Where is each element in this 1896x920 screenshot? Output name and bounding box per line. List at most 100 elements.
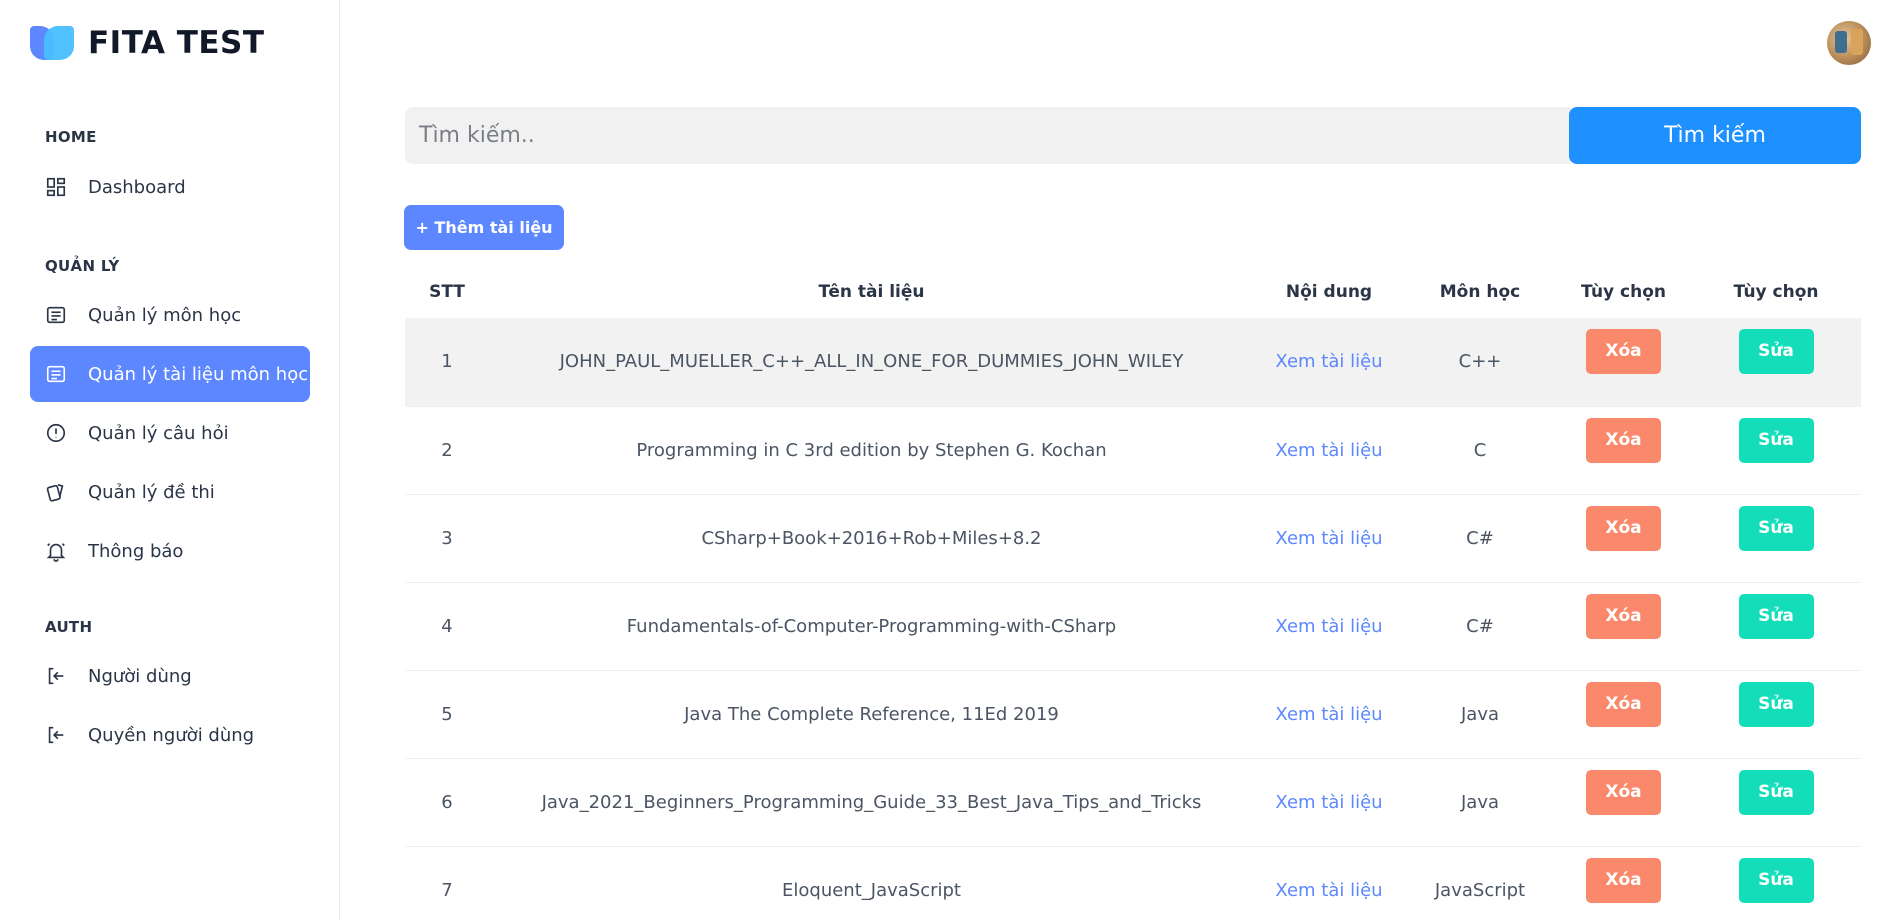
cell-content: Xem tài liệu <box>1254 846 1404 920</box>
view-document-link[interactable]: Xem tài liệu <box>1275 351 1382 372</box>
cell-subject: C++ <box>1404 318 1556 407</box>
edit-button[interactable]: Sửa <box>1738 593 1814 639</box>
list-icon <box>44 362 68 386</box>
cell-content: Xem tài liệu <box>1254 758 1404 847</box>
sidebar-item-label: Dashboard <box>88 176 186 198</box>
documents-table: STT Tên tài liệu Nội dung Môn học Tùy ch… <box>405 265 1861 920</box>
cell-subject: C <box>1404 406 1556 495</box>
cell-delete: Xóa <box>1556 846 1691 920</box>
cell-content: Xem tài liệu <box>1254 406 1404 495</box>
cell-edit: Sửa <box>1691 846 1861 920</box>
cell-delete: Xóa <box>1556 582 1691 671</box>
edit-button[interactable]: Sửa <box>1738 329 1814 375</box>
cell-subject: Java <box>1404 670 1556 759</box>
table-row: 1 JOHN_PAUL_MUELLER_C++_ALL_IN_ONE_FOR_D… <box>405 318 1861 407</box>
cell-document-name: CSharp+Book+2016+Rob+Miles+8.2 <box>489 494 1254 583</box>
sidebar-item-user-permissions[interactable]: Quyền người dùng <box>30 707 310 763</box>
header-options-delete: Tùy chọn <box>1580 281 1667 302</box>
cell-content: Xem tài liệu <box>1254 582 1404 671</box>
sidebar-item-label: Thông báo <box>88 540 184 562</box>
delete-button[interactable]: Xóa <box>1586 505 1661 551</box>
sidebar-item-label: Quản lý câu hỏi <box>88 422 229 444</box>
cell-delete: Xóa <box>1556 494 1691 583</box>
add-document-button[interactable]: + Thêm tài liệu <box>404 205 564 250</box>
cell-document-name: Fundamentals-of-Computer-Programming-wit… <box>489 582 1254 671</box>
sidebar-item-subject-documents[interactable]: Quản lý tài liệu môn học <box>30 346 310 402</box>
cell-delete: Xóa <box>1556 670 1691 759</box>
edit-button[interactable]: Sửa <box>1738 857 1814 903</box>
view-document-link[interactable]: Xem tài liệu <box>1275 704 1382 725</box>
table-row: 5 Java The Complete Reference, 11Ed 2019… <box>405 670 1861 759</box>
table-row: 7 Eloquent_JavaScript Xem tài liệu JavaS… <box>405 846 1861 920</box>
section-title-auth: AUTH <box>45 618 93 636</box>
sidebar-item-label: Quản lý đề thi <box>88 481 215 503</box>
sidebar-item-questions[interactable]: Quản lý câu hỏi <box>30 405 310 461</box>
delete-button[interactable]: Xóa <box>1586 417 1661 463</box>
sidebar-item-notifications[interactable]: Thông báo <box>30 523 310 579</box>
table-row: 4 Fundamentals-of-Computer-Programming-w… <box>405 582 1861 671</box>
brand-name: FITA TEST <box>88 25 265 61</box>
sidebar-item-label: Người dùng <box>88 665 192 687</box>
cell-stt: 2 <box>405 406 489 495</box>
edit-button[interactable]: Sửa <box>1738 769 1814 815</box>
edit-button[interactable]: Sửa <box>1738 417 1814 463</box>
cell-document-name: Eloquent_JavaScript <box>489 846 1254 920</box>
cell-edit: Sửa <box>1691 670 1861 759</box>
section-title-quan-ly: QUẢN LÝ <box>45 257 120 275</box>
cell-delete: Xóa <box>1556 758 1691 847</box>
cell-content: Xem tài liệu <box>1254 318 1404 407</box>
cell-subject: JavaScript <box>1404 846 1556 920</box>
header-stt: STT <box>429 281 465 302</box>
view-document-link[interactable]: Xem tài liệu <box>1275 528 1382 549</box>
list-icon <box>44 303 68 327</box>
delete-button[interactable]: Xóa <box>1586 329 1661 375</box>
brand[interactable]: FITA TEST <box>30 24 265 62</box>
cell-content: Xem tài liệu <box>1254 670 1404 759</box>
sidebar-item-dashboard[interactable]: Dashboard <box>30 159 310 215</box>
cell-subject: Java <box>1404 758 1556 847</box>
brand-logo-icon <box>30 24 76 62</box>
sidebar-item-users[interactable]: Người dùng <box>30 648 310 704</box>
cell-edit: Sửa <box>1691 494 1861 583</box>
alert-circle-icon <box>44 421 68 445</box>
table-row: 3 CSharp+Book+2016+Rob+Miles+8.2 Xem tài… <box>405 494 1861 583</box>
sidebar-item-subjects[interactable]: Quản lý môn học <box>30 287 310 343</box>
header-options-edit: Tùy chọn <box>1733 281 1819 302</box>
sidebar-item-exams[interactable]: Quản lý đề thi <box>30 464 310 520</box>
sidebar-item-label: Quản lý tài liệu môn học <box>88 363 309 385</box>
view-document-link[interactable]: Xem tài liệu <box>1275 880 1382 901</box>
cell-subject: C# <box>1404 582 1556 671</box>
cell-stt: 5 <box>405 670 489 759</box>
view-document-link[interactable]: Xem tài liệu <box>1275 440 1382 461</box>
edit-button[interactable]: Sửa <box>1738 505 1814 551</box>
cell-stt: 1 <box>405 318 489 407</box>
view-document-link[interactable]: Xem tài liệu <box>1275 792 1382 813</box>
delete-button[interactable]: Xóa <box>1586 857 1661 903</box>
header-content: Nội dung <box>1285 281 1373 302</box>
cell-stt: 3 <box>405 494 489 583</box>
cell-edit: Sửa <box>1691 406 1861 495</box>
table-row: 2 Programming in C 3rd edition by Stephe… <box>405 406 1861 495</box>
avatar[interactable] <box>1827 21 1871 65</box>
table-row: 6 Java_2021_Beginners_Programming_Guide_… <box>405 758 1861 847</box>
cards-icon <box>44 480 68 504</box>
cell-edit: Sửa <box>1691 582 1861 671</box>
cell-delete: Xóa <box>1556 318 1691 407</box>
bell-icon <box>44 539 68 563</box>
view-document-link[interactable]: Xem tài liệu <box>1275 616 1382 637</box>
delete-button[interactable]: Xóa <box>1586 769 1661 815</box>
delete-button[interactable]: Xóa <box>1586 681 1661 727</box>
search-input[interactable] <box>405 107 1571 164</box>
login-icon <box>44 664 68 688</box>
search-button[interactable]: Tìm kiếm <box>1569 107 1861 164</box>
delete-button[interactable]: Xóa <box>1586 593 1661 639</box>
sidebar-item-label: Quản lý môn học <box>88 304 242 326</box>
cell-content: Xem tài liệu <box>1254 494 1404 583</box>
cell-document-name: Programming in C 3rd edition by Stephen … <box>489 406 1254 495</box>
cell-edit: Sửa <box>1691 318 1861 407</box>
header-document-name: Tên tài liệu <box>818 281 925 302</box>
edit-button[interactable]: Sửa <box>1738 681 1814 727</box>
cell-document-name: JOHN_PAUL_MUELLER_C++_ALL_IN_ONE_FOR_DUM… <box>489 318 1254 407</box>
cell-stt: 7 <box>405 846 489 920</box>
dashboard-icon <box>44 175 68 199</box>
